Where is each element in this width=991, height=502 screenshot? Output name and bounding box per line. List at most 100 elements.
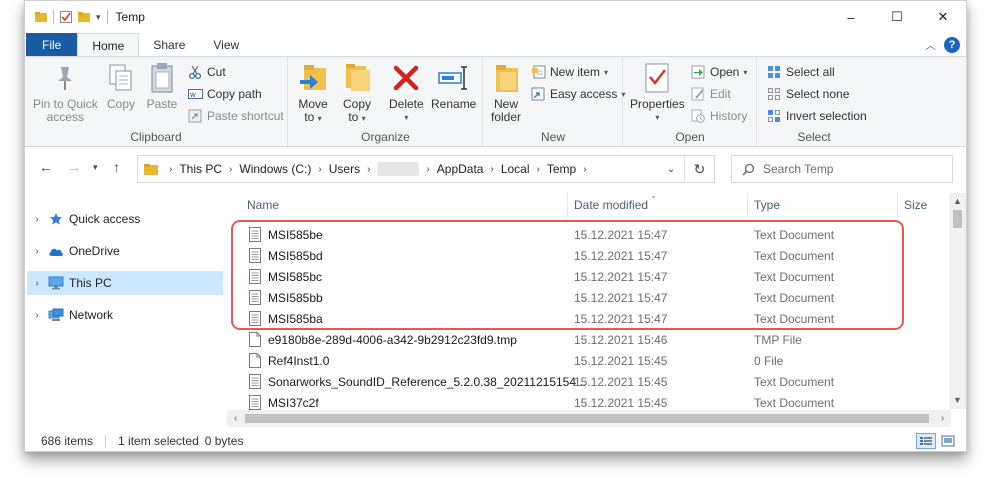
expand-chevron-icon[interactable]: ›: [27, 246, 47, 257]
column-header-date-modified[interactable]: Date modified: [568, 193, 748, 217]
address-bar[interactable]: › This PC › Windows (C:) › Users › › App…: [137, 155, 715, 183]
rename-button[interactable]: Rename: [431, 61, 476, 111]
status-bar: 686 items 1 item selected 0 bytes: [25, 429, 966, 451]
copy-to-label-line2: to ▾: [348, 110, 366, 124]
vertical-scrollbar[interactable]: ▲ ▼: [949, 193, 966, 409]
recent-locations-chevron-icon[interactable]: ▾: [93, 162, 98, 173]
breadcrumb-this-pc[interactable]: This PC: [179, 162, 222, 176]
back-arrow-icon[interactable]: ←: [39, 159, 53, 175]
search-input[interactable]: Search Temp: [731, 155, 953, 183]
properties-check-icon[interactable]: [60, 11, 72, 23]
file-row[interactable]: Ref4Inst1.0 15.12.2021 15:45 0 File: [227, 350, 947, 371]
pin-to-quick-access-button[interactable]: Pin to Quick access: [33, 61, 98, 124]
tab-share[interactable]: Share: [139, 33, 199, 57]
large-icons-view-icon[interactable]: [938, 433, 958, 449]
paste-button[interactable]: Paste: [146, 61, 178, 111]
nav-item-label: Quick access: [69, 212, 141, 226]
crumb-separator: ›: [583, 163, 587, 175]
qat-separator: [53, 10, 54, 24]
invert-selection-button[interactable]: Invert selection: [766, 108, 867, 124]
copy-to-icon: [341, 61, 373, 95]
tab-file[interactable]: File: [26, 33, 78, 57]
refresh-icon[interactable]: ↻: [684, 156, 714, 182]
paste-shortcut-button[interactable]: Paste shortcut: [187, 108, 284, 124]
breadcrumb-redacted-username[interactable]: [377, 162, 420, 176]
copy-path-button[interactable]: W Copy path: [187, 86, 262, 102]
scroll-down-arrow-icon[interactable]: ▼: [949, 392, 966, 409]
copy-to-button[interactable]: Copy to ▾: [341, 61, 373, 125]
nav-item-network[interactable]: › Network: [27, 303, 223, 327]
history-button[interactable]: History: [690, 108, 747, 124]
column-header-name[interactable]: Name: [241, 193, 568, 217]
breadcrumb-windows-c[interactable]: Windows (C:): [239, 162, 311, 176]
tab-home[interactable]: Home: [77, 33, 140, 57]
maximize-button[interactable]: ☐: [874, 1, 920, 33]
open-button[interactable]: Open ▾: [690, 64, 747, 80]
properties-button[interactable]: Properties ▾: [630, 61, 685, 124]
file-type: TMP File: [754, 332, 802, 347]
select-none-icon: [766, 86, 782, 102]
breadcrumb-appdata[interactable]: AppData: [437, 162, 484, 176]
easy-access-button[interactable]: Easy access ▾: [530, 86, 625, 102]
ribbon-tabs: File Home Share View ︿ ?: [25, 33, 966, 57]
nav-item-onedrive[interactable]: › OneDrive: [27, 239, 223, 263]
delete-dropdown-icon[interactable]: ▾: [404, 111, 408, 124]
copy-path-icon: W: [187, 86, 203, 102]
select-all-button[interactable]: Select all: [766, 64, 835, 80]
file-type: 0 File: [754, 353, 784, 368]
breadcrumb-temp[interactable]: Temp: [547, 162, 576, 176]
new-item-dropdown-icon: ▾: [604, 67, 609, 77]
copy-button[interactable]: Copy: [105, 61, 137, 111]
close-button[interactable]: ✕: [920, 1, 966, 33]
file-row[interactable]: Sonarworks_SoundID_Reference_5.2.0.38_20…: [227, 371, 947, 392]
nav-item-quick-access[interactable]: › Quick access: [27, 207, 223, 231]
scroll-right-arrow-icon[interactable]: ›: [934, 410, 951, 427]
star-icon: [47, 211, 65, 227]
details-view-icon[interactable]: [916, 433, 936, 449]
move-to-button[interactable]: Move to ▾: [297, 61, 329, 125]
expand-chevron-icon[interactable]: ›: [27, 214, 47, 225]
computer-icon: [47, 275, 65, 291]
help-icon[interactable]: ?: [944, 37, 960, 53]
horizontal-scrollbar[interactable]: ‹ ›: [227, 410, 951, 427]
clipboard-group: Pin to Quick access Copy Paste Cut W Cop…: [25, 57, 288, 147]
minimize-button[interactable]: –: [828, 1, 874, 33]
open-group: Properties ▾ Open ▾ Edit History Open: [624, 57, 757, 147]
search-icon: [742, 163, 755, 176]
breadcrumb-local[interactable]: Local: [501, 162, 530, 176]
qat-customize-icon[interactable]: ▾: [96, 12, 101, 23]
move-to-icon: [297, 61, 329, 95]
nav-item-this-pc[interactable]: › This PC: [27, 271, 223, 295]
new-item-button[interactable]: New item ▾: [530, 64, 608, 80]
select-none-button[interactable]: Select none: [766, 86, 849, 102]
scroll-left-arrow-icon[interactable]: ‹: [227, 410, 244, 427]
new-group-label: New: [540, 130, 565, 144]
cut-button[interactable]: Cut: [187, 64, 226, 80]
up-arrow-icon[interactable]: ↑: [113, 159, 120, 175]
column-header-type[interactable]: Type: [748, 193, 898, 217]
horizontal-scroll-thumb[interactable]: [245, 414, 929, 423]
address-dropdown-chevron-icon[interactable]: ⌄: [658, 164, 684, 175]
new-folder-button[interactable]: New folder: [490, 61, 522, 124]
explorer-window: ▾ Temp – ☐ ✕ File Home Share View ︿ ? Pi…: [24, 0, 967, 452]
ribbon: Pin to Quick access Copy Paste Cut W Cop…: [25, 56, 966, 147]
scroll-up-arrow-icon[interactable]: ▲: [949, 193, 966, 210]
edit-button[interactable]: Edit: [690, 86, 731, 102]
collapse-ribbon-icon[interactable]: ︿: [925, 37, 936, 53]
delete-button[interactable]: Delete ▾: [389, 61, 424, 124]
breadcrumb-users[interactable]: Users: [329, 162, 360, 176]
expand-chevron-icon[interactable]: ›: [27, 310, 47, 321]
expand-chevron-icon[interactable]: ›: [27, 278, 47, 289]
file-row[interactable]: e9180b8e-289d-4006-a342-9b2912c23fd9.tmp…: [227, 329, 947, 350]
forward-arrow-icon[interactable]: →: [67, 159, 81, 175]
select-group-label: Select: [797, 130, 831, 144]
highlight-annotation: [231, 220, 904, 330]
vertical-scroll-thumb[interactable]: [953, 210, 962, 228]
title-bar: ▾ Temp – ☐ ✕: [25, 1, 966, 33]
properties-dropdown-icon[interactable]: ▾: [655, 111, 659, 124]
text-document-icon: [249, 374, 261, 389]
column-header-size[interactable]: Size: [898, 193, 948, 217]
folder-icon: [144, 164, 158, 175]
tab-view[interactable]: View: [199, 33, 253, 57]
new-folder-icon[interactable]: [78, 11, 90, 23]
